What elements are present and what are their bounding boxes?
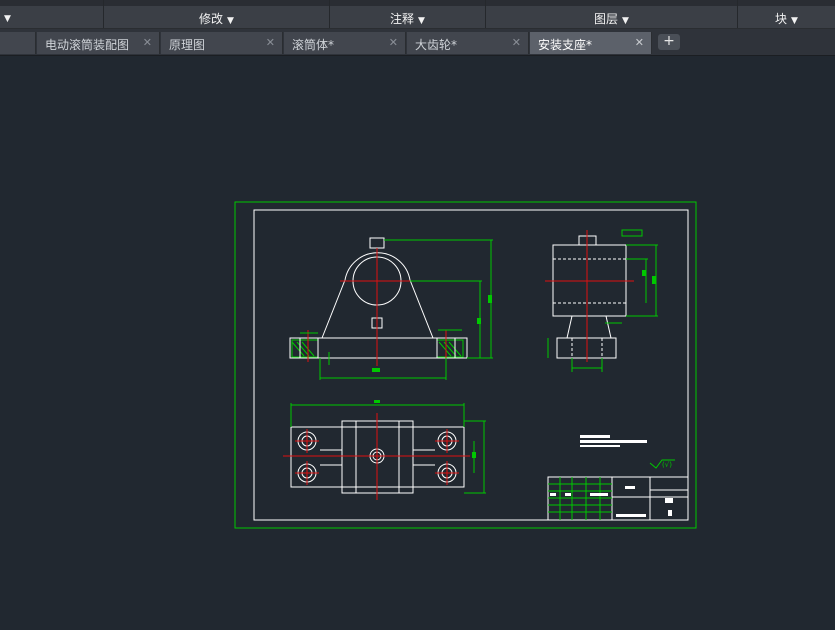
file-tab-bar: 电动滚筒装配图 ✕ 原理图 ✕ 滚筒体* ✕ 大齿轮* ✕ 安装支座* ✕ [0, 29, 835, 56]
panel-label: 图层 [594, 12, 619, 26]
chevron-down-icon[interactable]: ▼ [622, 16, 629, 26]
side-view-centerlines [545, 230, 634, 362]
technical-notes: (√) [580, 435, 675, 469]
sheet-inner-border [253, 209, 689, 521]
tab-label: 电动滚筒装配图 [45, 38, 130, 52]
sheet-outer-frame [234, 201, 697, 529]
tab-label: 滚筒体* [292, 38, 335, 52]
ribbon-panel-modify[interactable]: 修改 ▼ [104, 0, 329, 28]
panel-label: 注释 [390, 12, 415, 26]
side-view [552, 235, 627, 359]
panel-label: 块 [775, 12, 788, 26]
close-icon[interactable]: ✕ [635, 36, 644, 49]
svg-text:(√): (√) [662, 461, 672, 469]
front-view-dimensions [300, 239, 493, 380]
chevron-down-icon[interactable]: ▼ [418, 16, 425, 26]
close-icon[interactable]: ✕ [389, 36, 398, 49]
tab-电动滚筒装配图[interactable]: 电动滚筒装配图 ✕ [37, 32, 160, 54]
close-icon[interactable]: ✕ [266, 36, 275, 49]
chevron-down-icon[interactable]: ▼ [791, 16, 798, 26]
top-view-dimensions [290, 400, 486, 494]
start-tab[interactable] [0, 32, 36, 54]
title-block [547, 476, 689, 521]
tab-滚筒体[interactable]: 滚筒体* ✕ [284, 32, 406, 54]
ribbon-panel-bar: ▼ 修改 ▼ 注释 ▼ 图层 ▼ 块 ▼ [0, 0, 835, 29]
plus-icon[interactable]: + [658, 34, 680, 50]
close-icon[interactable]: ✕ [512, 36, 521, 49]
drawing-canvas[interactable]: (√) [0, 56, 835, 630]
tab-安装支座[interactable]: 安装支座* ✕ [530, 32, 652, 54]
tab-label: 大齿轮* [415, 38, 458, 52]
close-icon[interactable]: ✕ [143, 36, 152, 49]
chevron-down-icon[interactable]: ▼ [227, 16, 234, 26]
chevron-down-icon[interactable]: ▼ [4, 14, 11, 24]
front-view [289, 237, 468, 359]
ribbon-panel-annotate[interactable]: 注释 ▼ [330, 0, 485, 28]
tab-大齿轮[interactable]: 大齿轮* ✕ [407, 32, 529, 54]
tab-label: 原理图 [169, 38, 206, 52]
front-view-centerlines [307, 248, 447, 366]
ribbon-panel-draw[interactable]: ▼ [0, 0, 103, 28]
tab-原理图[interactable]: 原理图 ✕ [161, 32, 283, 54]
side-view-dimensions [547, 229, 658, 372]
tab-label: 安装支座* [538, 38, 593, 52]
ribbon-panel-layers[interactable]: 图层 ▼ [486, 0, 737, 28]
ribbon-panel-block[interactable]: 块 ▼ [738, 0, 835, 28]
panel-label: 修改 [199, 12, 224, 26]
